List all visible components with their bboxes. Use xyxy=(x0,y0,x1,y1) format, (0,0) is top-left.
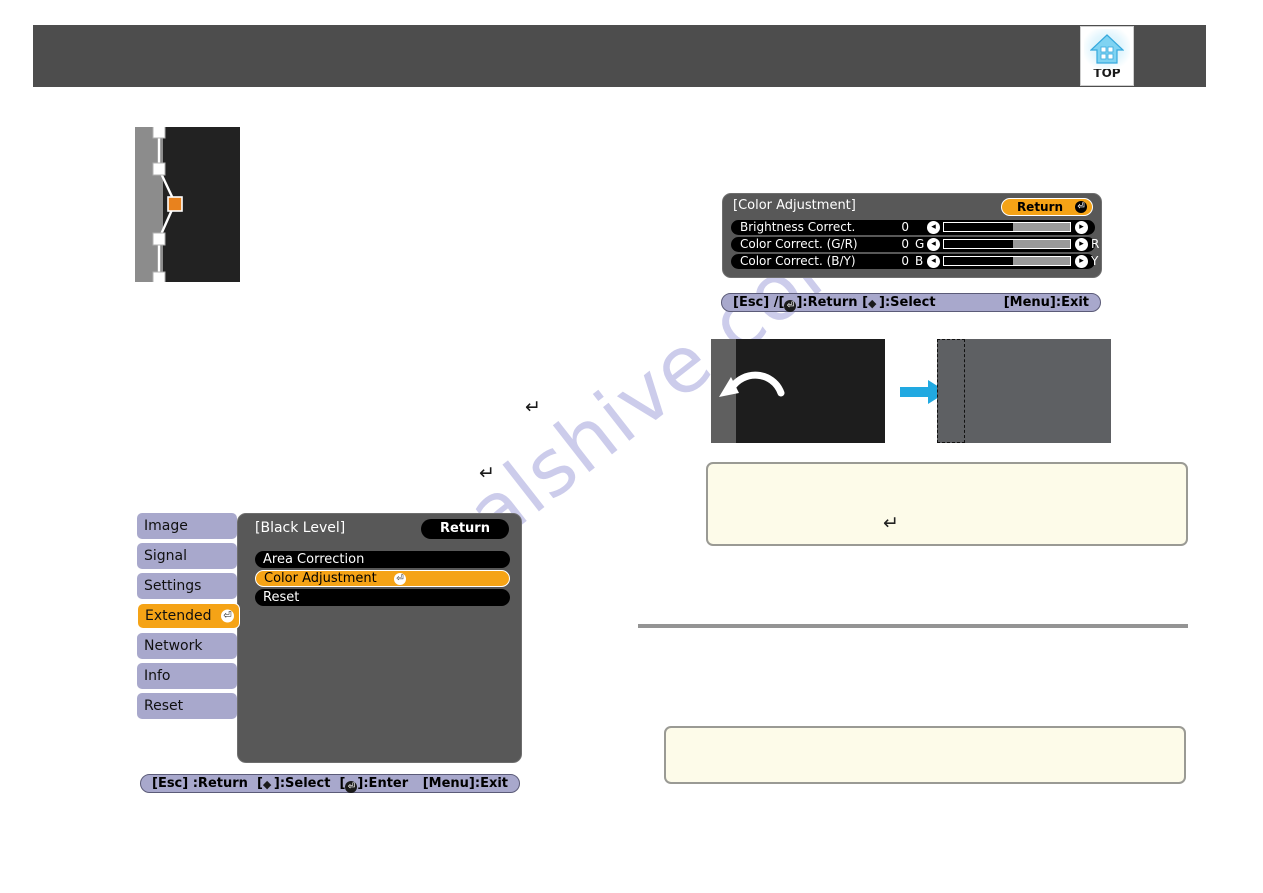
home-top-icon xyxy=(1084,29,1130,69)
row-end-label: R xyxy=(1091,237,1100,251)
tab-label: Network xyxy=(144,638,203,654)
after-image xyxy=(937,339,1111,443)
black-level-item-list: Area Correction Color Adjustment ⏎ Reset xyxy=(255,551,510,608)
color-adjustment-statusbar: [Esc] /[⏎]:Return [◆]:Select [Menu]:Exit xyxy=(721,293,1101,312)
color-adjustment-rows: Brightness Correct. 0 ◂ ▸ Color Correct.… xyxy=(731,220,1099,271)
sidebar-item-reset[interactable]: Reset xyxy=(137,693,237,719)
enter-icon: ⏎ xyxy=(221,609,234,623)
black-level-panel: [Black Level] Return Area Correction Col… xyxy=(237,513,522,763)
tab-label: Extended xyxy=(145,608,212,624)
curved-arrow-icon xyxy=(719,371,785,397)
color-adjustment-title: [Color Adjustment] xyxy=(733,198,856,213)
row-label: Color Correct. (G/R) xyxy=(740,237,858,251)
black-level-return-button[interactable]: Return xyxy=(421,519,509,539)
header-bar xyxy=(33,25,1206,87)
row-channel: G xyxy=(915,237,925,251)
sidebar-item-network[interactable]: Network xyxy=(137,633,237,659)
increase-arrow-icon[interactable]: ▸ xyxy=(1075,238,1088,251)
row-slider[interactable] xyxy=(943,222,1071,232)
enter-icon: ⏎ xyxy=(1075,201,1087,213)
enter-icon: ⏎ xyxy=(394,572,406,585)
decrease-arrow-icon[interactable]: ◂ xyxy=(927,238,940,251)
menu-item-label: Reset xyxy=(263,590,300,605)
tab-label: Reset xyxy=(144,698,184,714)
sidebar-item-image[interactable]: Image xyxy=(137,513,237,539)
black-level-tab-column: Image Signal Settings Extended ⏎ Network … xyxy=(137,513,242,723)
sidebar-item-info[interactable]: Info xyxy=(137,663,237,689)
sidebar-item-signal[interactable]: Signal xyxy=(137,543,237,569)
row-value: 0 xyxy=(901,254,909,268)
enter-glyph-icon-a: ↵ xyxy=(525,396,541,418)
statusbar-left-text: [Esc] /[⏎]:Return [◆]:Select xyxy=(733,295,936,312)
row-value: 0 xyxy=(901,220,909,234)
tab-label: Image xyxy=(144,518,188,534)
menu-item-area-correction[interactable]: Area Correction xyxy=(255,551,510,568)
tab-label: Settings xyxy=(144,578,202,594)
enter-glyph-icon-b: ↵ xyxy=(479,462,495,484)
menu-item-label: Color Adjustment xyxy=(264,571,377,586)
color-adjustment-dialog[interactable]: [Color Adjustment] Return ⏎ Brightness C… xyxy=(722,193,1102,278)
color-adjustment-return-button[interactable]: Return ⏎ xyxy=(1001,198,1093,216)
after-dashed-band xyxy=(937,339,965,443)
statusbar-left-text: [Esc] :Return [◆]:Select [⏎]:Enter xyxy=(152,776,409,793)
updown-diamond-icon: ◆ xyxy=(868,297,877,310)
updown-diamond-icon: ◆ xyxy=(262,778,272,791)
sidebar-item-extended[interactable]: Extended ⏎ xyxy=(137,603,240,629)
page-root: manualshive.com TOP [Color Adjustment] R… xyxy=(0,0,1263,893)
row-label: Color Correct. (B/Y) xyxy=(740,254,856,268)
tab-label: Info xyxy=(144,668,171,684)
increase-arrow-icon[interactable]: ▸ xyxy=(1075,221,1088,234)
statusbar-right-text: [Menu]:Exit xyxy=(1003,295,1089,310)
before-image xyxy=(711,339,885,443)
black-level-statusbar: [Esc] :Return [◆]:Select [⏎]:Enter [Menu… xyxy=(140,774,520,793)
sidebar-item-settings[interactable]: Settings xyxy=(137,573,237,599)
enter-icon: ⏎ xyxy=(345,781,358,793)
row-label: Brightness Correct. xyxy=(740,220,856,234)
note-box-lower xyxy=(664,726,1186,784)
row-slider[interactable] xyxy=(943,239,1071,249)
black-level-title: [Black Level] xyxy=(255,520,346,536)
menu-item-label: Area Correction xyxy=(263,552,365,567)
row-channel: B xyxy=(915,254,924,268)
section-divider xyxy=(638,624,1188,628)
return-label: Return xyxy=(1016,200,1064,214)
enter-glyph-icon: ↵ xyxy=(883,512,899,534)
menu-item-color-adjustment[interactable]: Color Adjustment ⏎ xyxy=(255,570,510,587)
area-correction-illustration xyxy=(135,127,240,282)
row-brightness-correct[interactable]: Brightness Correct. 0 ◂ ▸ xyxy=(731,220,1095,235)
increase-arrow-icon[interactable]: ▸ xyxy=(1075,255,1088,268)
row-value: 0 xyxy=(901,237,909,251)
row-color-correct-by[interactable]: Color Correct. (B/Y) 0 B ◂ ▸ Y xyxy=(731,254,1099,269)
enter-icon: ⏎ xyxy=(784,300,797,312)
decrease-arrow-icon[interactable]: ◂ xyxy=(927,221,940,234)
black-level-dialog[interactable]: [Black Level] Return Area Correction Col… xyxy=(137,513,522,763)
menu-item-reset[interactable]: Reset xyxy=(255,589,510,606)
note-box-upper: ↵ xyxy=(706,462,1188,546)
decrease-arrow-icon[interactable]: ◂ xyxy=(927,255,940,268)
tab-label: Signal xyxy=(144,548,188,564)
statusbar-right-text: [Menu]:Exit xyxy=(422,776,508,791)
row-slider[interactable] xyxy=(943,256,1071,266)
row-end-label: Y xyxy=(1091,254,1099,268)
row-color-correct-gr[interactable]: Color Correct. (G/R) 0 G ◂ ▸ R xyxy=(731,237,1099,252)
top-button[interactable]: TOP xyxy=(1080,26,1134,86)
